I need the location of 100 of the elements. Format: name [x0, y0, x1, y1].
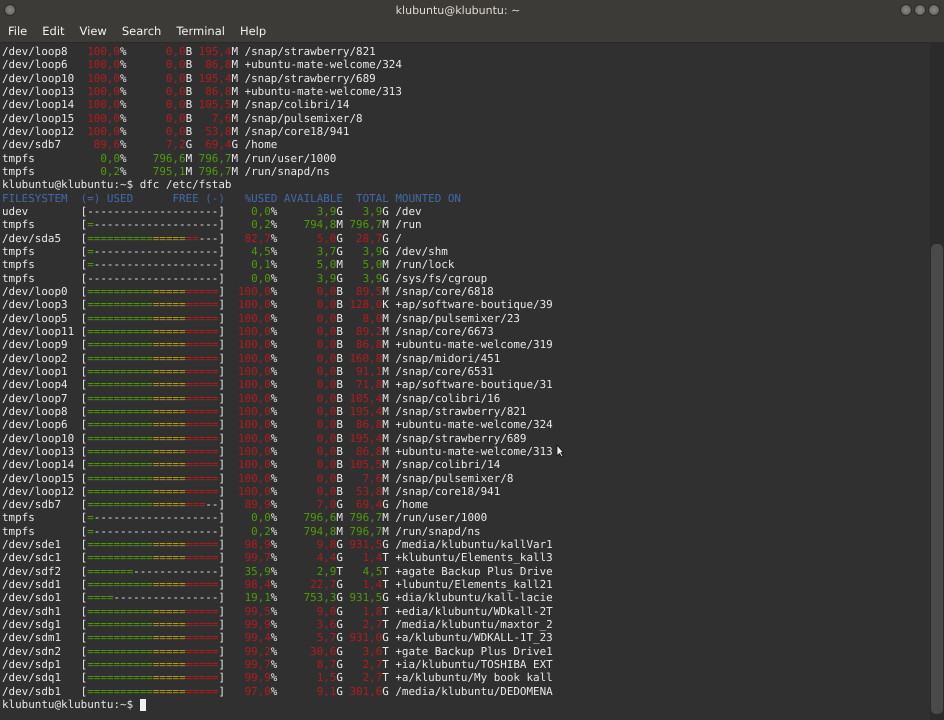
mount-point: +ia/klubuntu/TOSHIBA EXT	[395, 658, 553, 672]
usage-gauge-text: [====================]	[80, 578, 226, 592]
filesystem-name: /dev/loop14	[2, 98, 74, 112]
percent-used: 100,0%	[238, 432, 278, 445]
mount-point: +ubuntu-mate-welcome/313	[244, 84, 402, 98]
percent-used: 100,0%	[87, 84, 127, 98]
mount-point: +agate Backup Plus Drive	[395, 564, 553, 578]
menu-item[interactable]: Help	[234, 22, 272, 40]
percent-used: 99,9%	[244, 671, 278, 684]
menu-item[interactable]: Edit	[36, 22, 71, 40]
percent-used: 98,9%	[244, 538, 278, 552]
mount-point: /snap/strawberry/689	[395, 432, 526, 445]
percent-used: 100,0%	[238, 444, 278, 458]
mount-point: +klubuntu/Elements_kall3	[395, 551, 553, 564]
usage-gauge-text: [====================]	[80, 671, 226, 684]
shell-prompt: klubuntu@klubuntu:~$	[2, 178, 134, 192]
mount-point: /snap/colibri/14	[244, 98, 350, 112]
filesystem-name: tmpfs	[2, 524, 35, 538]
available-space: 8,7G	[316, 658, 343, 672]
usage-gauge-text: [====================]	[80, 538, 226, 552]
menu-item[interactable]: Search	[116, 22, 168, 40]
available-space: 3,9G	[316, 204, 343, 218]
available-space: 794,8M	[304, 524, 343, 538]
filesystem-name: /dev/loop0	[2, 284, 68, 298]
percent-used: 100,0%	[238, 324, 278, 338]
mount-point: +ubuntu-mate-welcome/313	[395, 444, 553, 458]
total-size: 3,9G	[362, 244, 389, 258]
mount-point: +ubuntu-mate-welcome/319	[395, 338, 553, 352]
mount-point: /snap/pulsemixer/8	[395, 472, 514, 484]
usage-gauge-text: [====================]	[80, 631, 226, 644]
usage-gauge-text: [====================]	[80, 324, 226, 338]
menu-item[interactable]: File	[2, 22, 34, 40]
usage-gauge-text: [=======-------------]	[80, 564, 225, 578]
filesystem-name: tmpfs	[2, 218, 35, 232]
close-button[interactable]	[928, 4, 940, 16]
available-space: 0,0B	[166, 58, 192, 72]
available-space: 796,6M	[152, 152, 192, 165]
available-space: 794,8M	[304, 218, 343, 232]
maximize-button[interactable]	[914, 4, 926, 16]
total-size: 3,6T	[362, 644, 389, 658]
filesystem-name: /dev/sdo1	[2, 591, 62, 604]
mount-point: /run/lock	[395, 258, 454, 272]
total-size: 86,8M	[205, 58, 238, 72]
usage-gauge-text: [=-------------------]	[80, 524, 225, 538]
usage-gauge-text: [=-------------------]	[80, 511, 225, 524]
total-size: 105,5M	[198, 98, 238, 112]
percent-used: 100,0%	[87, 72, 127, 85]
window-menu-button[interactable]	[4, 4, 16, 16]
total-size: 1,4T	[362, 578, 389, 592]
percent-used: 98,4%	[244, 578, 278, 592]
filesystem-name: /dev/sdc1	[2, 551, 62, 564]
available-space: 0,0B	[166, 84, 192, 98]
percent-used: 100,0%	[238, 352, 278, 365]
shell-prompt: klubuntu@klubuntu:~$	[2, 698, 134, 712]
mount-point: +ap/software-boutique/31	[395, 378, 553, 392]
percent-used: 100,0%	[87, 112, 127, 125]
percent-used: 100,0%	[87, 98, 127, 112]
filesystem-name: /dev/loop13	[2, 84, 74, 98]
mount-point: +a/klubuntu/My book kall	[395, 671, 553, 684]
mount-point: /media/klubuntu/kallVar1	[395, 538, 553, 552]
filesystem-name: /dev/sdb7	[2, 498, 62, 512]
total-size: 3,9G	[362, 204, 389, 218]
mount-point: /snap/core/6673	[395, 324, 494, 338]
mount-point: +gate Backup Plus Drive1	[395, 644, 553, 658]
minimize-button[interactable]	[900, 4, 912, 16]
scrollbar[interactable]	[930, 43, 944, 720]
total-size: 128,0K	[349, 298, 389, 312]
percent-used: 0,0%	[251, 272, 278, 285]
available-space: 0,0B	[316, 404, 343, 418]
total-size: 1,4T	[362, 551, 389, 564]
percent-used: 99,5%	[244, 604, 278, 618]
total-size: 86,8M	[356, 338, 389, 352]
percent-used: 0,0%	[251, 204, 278, 218]
usage-gauge-text: [====================]	[80, 551, 226, 564]
usage-gauge-text: [====================]	[80, 352, 226, 365]
percent-used: 0,2%	[251, 218, 278, 232]
usage-gauge-text: [=-------------------]	[80, 258, 225, 272]
total-size: 91,1M	[356, 364, 389, 378]
filesystem-name: /dev/sdp1	[2, 658, 62, 672]
filesystem-name: tmpfs	[2, 152, 35, 165]
filesystem-name: /dev/loop6	[2, 418, 68, 432]
filesystem-name: /dev/loop9	[2, 338, 68, 352]
available-space: 1,5G	[316, 671, 343, 684]
usage-gauge-text: [====================]	[80, 658, 226, 672]
available-space: 0,0B	[316, 418, 343, 432]
menu-item[interactable]: Terminal	[170, 22, 231, 40]
mount-point: /snap/strawberry/821	[244, 45, 376, 58]
percent-used: 100,0%	[238, 484, 278, 498]
percent-used: 100,0%	[238, 404, 278, 418]
total-size: 301,6G	[349, 684, 389, 698]
total-size: 105,4M	[349, 392, 389, 405]
filesystem-name: /dev/loop10	[2, 432, 74, 445]
percent-used: 0,1%	[251, 258, 278, 272]
scrollbar-thumb[interactable]	[931, 244, 943, 714]
usage-gauge-text: [--------------------]	[80, 272, 225, 285]
total-size: 69,4G	[356, 498, 389, 512]
mount-point: /dev	[395, 204, 422, 218]
available-space: 0,0B	[316, 298, 343, 312]
mount-point: /dev/shm	[395, 244, 448, 258]
menu-item[interactable]: View	[74, 22, 113, 40]
